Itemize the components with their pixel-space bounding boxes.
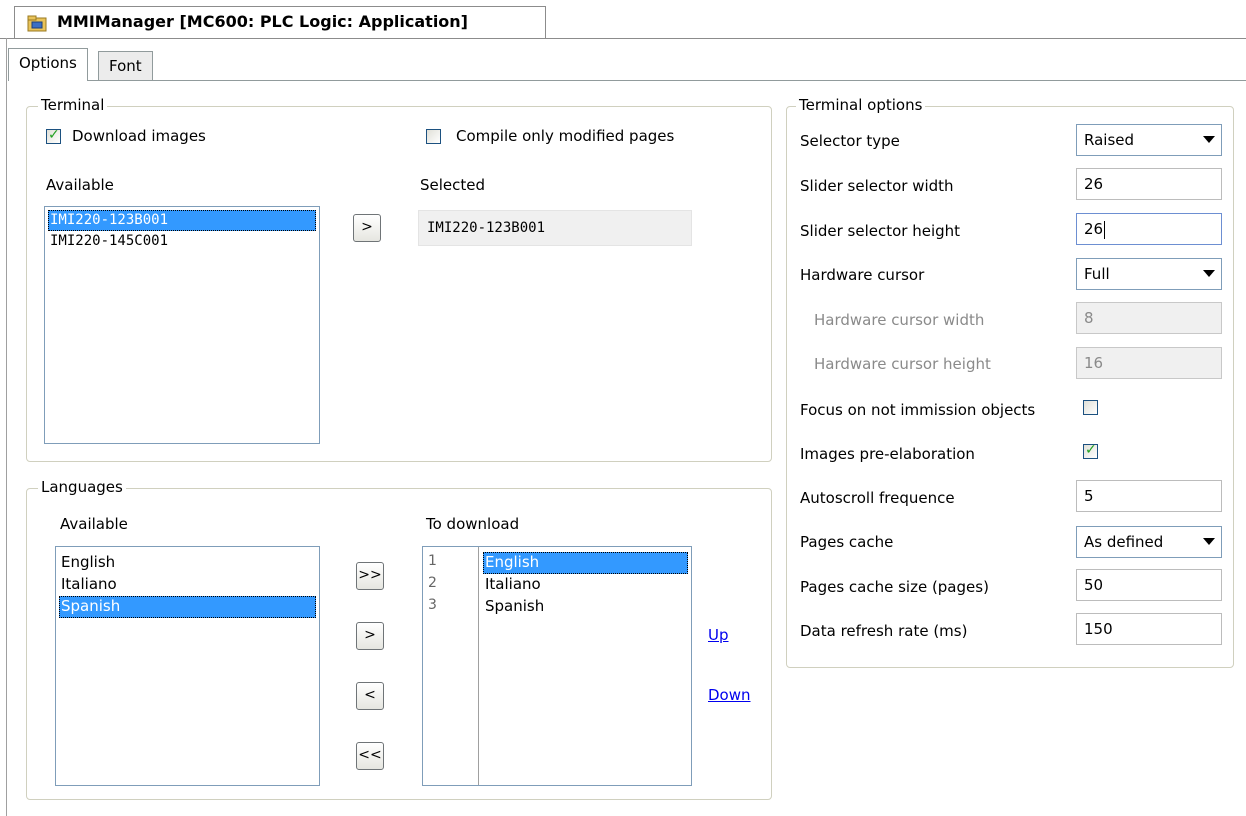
language-column: English Italiano Spanish [480,547,691,785]
hardware-cursor-label: Hardware cursor [800,266,925,284]
selector-type-label: Selector type [800,132,900,150]
pages-cache-value: As defined [1084,533,1164,551]
languages-legend: Languages [38,478,126,496]
text-caret [1104,220,1106,239]
list-item[interactable]: IMI220-123B001 [48,210,316,231]
download-images-label: Download images [72,127,206,145]
document-title: MMIManager [MC600: PLC Logic: Applicatio… [57,12,468,31]
pages-cache-size-field[interactable]: 50 [1076,569,1222,601]
compile-only-modified-checkbox[interactable] [426,129,441,144]
list-item[interactable]: Spanish [483,596,688,618]
add-terminal-button[interactable]: > [353,214,381,242]
row-number: 1 [428,553,437,569]
slider-height-value: 26 [1084,220,1104,238]
pages-cache-select[interactable]: As defined [1076,526,1222,558]
refresh-rate-label: Data refresh rate (ms) [800,622,968,640]
hardware-cursor-select[interactable]: Full [1076,258,1222,290]
page-border [6,38,7,816]
selector-type-select[interactable]: Raised [1076,124,1222,156]
to-download-label: To download [426,515,520,533]
images-preelaboration-label: Images pre-elaboration [800,445,975,463]
languages-available-label: Available [60,515,128,533]
document-tab[interactable]: MMIManager [MC600: PLC Logic: Applicatio… [14,6,546,39]
row-number-column: 1 2 3 [423,547,479,785]
hw-cursor-width-label: Hardware cursor width [814,311,985,329]
list-item[interactable]: IMI220-145C001 [48,231,316,252]
pages-cache-size-label: Pages cache size (pages) [800,578,989,596]
terminal-available-list[interactable]: IMI220-123B001 IMI220-145C001 [44,206,320,444]
terminal-legend: Terminal [38,96,108,114]
terminal-available-label: Available [46,176,114,194]
folder-app-icon [27,15,47,32]
chevron-down-icon [1203,136,1215,143]
autoscroll-field[interactable]: 5 [1076,480,1222,512]
move-down-link[interactable]: Down [708,686,751,704]
pages-cache-label: Pages cache [800,533,894,551]
languages-available-list[interactable]: English Italiano Spanish [55,546,320,786]
remove-language-button[interactable]: < [356,682,384,710]
slider-width-field[interactable]: 26 [1076,168,1222,200]
tab-options[interactable]: Options [8,48,88,81]
to-download-list[interactable]: 1 2 3 English Italiano Spanish [422,546,692,786]
slider-height-label: Slider selector height [800,222,961,240]
add-all-languages-button[interactable]: >> [356,562,384,590]
slider-width-label: Slider selector width [800,177,954,195]
tabs-divider [8,80,1246,81]
images-preelaboration-checkbox[interactable]: ✓ [1083,442,1098,459]
selector-type-value: Raised [1084,131,1135,149]
hw-cursor-height-label: Hardware cursor height [814,355,991,373]
terminal-options-legend: Terminal options [796,96,926,114]
check-mark-icon: ✓ [48,127,60,143]
download-images-checkbox[interactable]: ✓ [46,127,61,144]
tab-font[interactable]: Font [98,51,153,81]
list-item[interactable]: Italiano [59,574,316,596]
move-up-link[interactable]: Up [708,626,729,644]
hw-cursor-height-field[interactable]: 16 [1076,347,1222,379]
terminal-selected-value: IMI220-123B001 [418,210,692,246]
slider-height-field[interactable]: 26 [1076,213,1222,245]
hw-cursor-width-field[interactable]: 8 [1076,302,1222,334]
focus-not-immission-checkbox[interactable] [1083,400,1098,415]
remove-all-languages-button[interactable]: << [356,742,384,770]
add-language-button[interactable]: > [356,622,384,650]
list-item[interactable]: Spanish [59,596,316,618]
autoscroll-label: Autoscroll frequence [800,489,955,507]
list-item[interactable]: English [59,552,316,574]
hardware-cursor-value: Full [1084,265,1110,283]
chevron-down-icon [1203,270,1215,277]
list-item[interactable]: Italiano [483,574,688,596]
list-item[interactable]: English [483,552,688,574]
row-number: 2 [428,575,437,591]
focus-not-immission-label: Focus on not immission objects [800,401,1036,419]
check-mark-icon: ✓ [1085,442,1097,458]
terminal-selected-label: Selected [420,176,486,194]
compile-only-modified-label: Compile only modified pages [456,127,675,145]
row-number: 3 [428,597,437,613]
chevron-down-icon [1203,538,1215,545]
refresh-rate-field[interactable]: 150 [1076,613,1222,645]
tabstrip-divider [0,38,1246,39]
